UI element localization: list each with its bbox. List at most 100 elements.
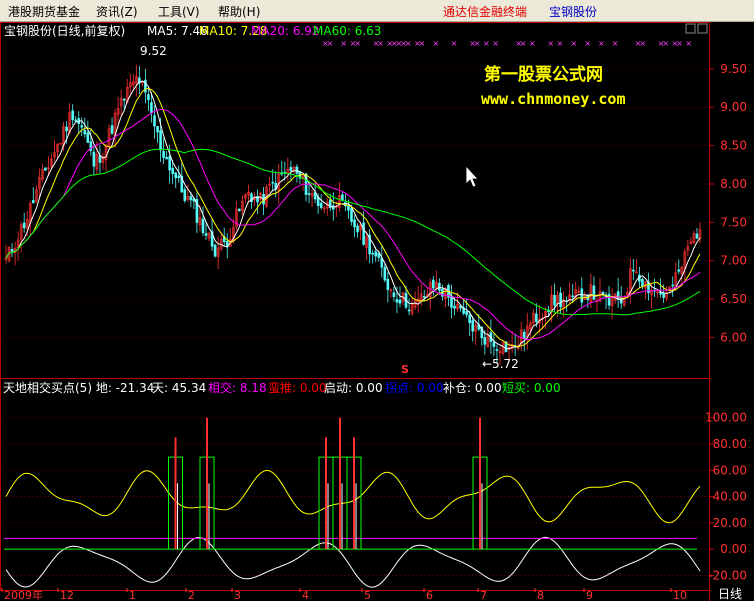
candle-body	[147, 94, 150, 101]
close-icon[interactable]	[697, 23, 708, 34]
indicator-cross-label: 相交: 8.18	[208, 380, 267, 395]
maximize-icon[interactable]	[685, 23, 696, 34]
candle-body	[159, 130, 162, 151]
candle-body	[632, 269, 635, 272]
marker-glyph: ×	[547, 39, 554, 48]
menu-item-tools[interactable]: 工具(V)	[158, 3, 200, 20]
price-tick-label: 9.00	[720, 100, 747, 114]
marker-glyph: ×	[474, 39, 481, 48]
price-panel-frame	[0, 22, 710, 379]
price-tick-label: 7.00	[720, 254, 747, 268]
candle-body	[165, 156, 168, 160]
candle-body	[238, 208, 241, 212]
candle-body	[83, 129, 87, 135]
x-tick-label: 8	[537, 589, 544, 601]
candle-body	[168, 156, 171, 171]
indicator-push-label: 蛮推: 0.00	[268, 380, 327, 395]
candle-body	[74, 119, 78, 122]
candle-body	[65, 126, 68, 132]
candle-body	[450, 295, 453, 308]
indicator-title: 天地相交买点(5) 地: -21.34	[3, 380, 154, 395]
price-panel-title: 宝钢股份(日线,前复权)	[4, 23, 125, 38]
candle-body	[110, 125, 114, 134]
price-tick-label: 7.50	[720, 215, 747, 229]
candle-body	[641, 279, 644, 287]
candle-body	[592, 285, 596, 300]
candle-body	[662, 292, 665, 298]
candle-body	[407, 309, 411, 312]
candle-body	[362, 222, 365, 245]
x-tick-label: 3	[234, 589, 241, 601]
candle-body	[144, 79, 147, 93]
candle-body	[571, 295, 575, 298]
x-tick-label: 2009年	[4, 588, 43, 601]
x-axis-ticks: 2009年 12 1 2 3 4 5 6 7 8 9 10	[1, 588, 687, 601]
watermark-title: 第一股票公式网	[484, 64, 603, 85]
indicator-tick-label: 100.00	[705, 411, 747, 425]
candle-body	[307, 193, 311, 195]
candle-body	[204, 233, 208, 236]
candle-body	[353, 219, 356, 228]
marker-glyph: ×	[327, 39, 334, 48]
candle-body	[432, 279, 435, 289]
stock-chart[interactable]: 9.509.008.508.007.507.006.506.00 100.008…	[0, 22, 754, 601]
indicator-tian-label: 天: 45.34	[152, 381, 206, 395]
candle-body	[392, 292, 396, 297]
ma20-label: MA20: 6.92	[251, 24, 319, 38]
period-label[interactable]: 日线	[718, 587, 742, 601]
candle-body	[535, 313, 538, 323]
indicator-shortbuy-label: 短买: 0.00	[502, 381, 561, 395]
candle-body	[80, 125, 84, 128]
candle-body	[150, 102, 153, 114]
candle-body	[44, 167, 47, 171]
candle-body	[395, 299, 399, 303]
indicator-turn-label: 拐点: 0.00	[385, 380, 444, 395]
marker-glyph: ×	[432, 39, 439, 48]
candle-body	[398, 299, 402, 304]
high-marker: 9.52	[140, 44, 167, 58]
candle-body	[386, 278, 390, 290]
candle-body	[471, 320, 475, 332]
candle-body	[177, 175, 181, 179]
indicator-axis-ticks: 100.00 80.00 60.00 40.00 20.00 0.00 -20.00	[705, 411, 747, 583]
sell-marker: S	[401, 363, 409, 376]
menu-item-hk-futures[interactable]: 港股期货基金	[8, 3, 80, 20]
x-tick-label: 4	[302, 589, 309, 601]
candlestick-series	[4, 64, 702, 366]
marker-glyph: ×	[584, 39, 591, 48]
candle-body	[522, 331, 526, 339]
marker-glyph: ×	[529, 39, 536, 48]
marker-glyph: ×	[612, 39, 619, 48]
top-markers: ×× × ×× ×× ××××× ×× × × ×× × × ×× × × × × × × × ×× ×× ×× ×	[322, 39, 692, 48]
candle-body	[468, 314, 471, 323]
candle-body	[695, 233, 699, 239]
candle-body	[671, 284, 675, 287]
candle-body	[677, 269, 681, 272]
candle-body	[580, 288, 584, 303]
candle-body	[607, 293, 611, 306]
x-tick-label: 5	[364, 589, 371, 601]
candle-body	[92, 151, 96, 167]
x-tick-label: 10	[673, 589, 687, 601]
candle-body	[383, 267, 387, 281]
candle-body	[492, 341, 496, 347]
candle-body	[319, 202, 323, 208]
moving-average-lines	[5, 80, 701, 350]
menu-item-help[interactable]: 帮助(H)	[218, 3, 260, 20]
candle-body	[153, 115, 156, 127]
indicator-tick-label: -20.00	[708, 568, 747, 582]
candle-body	[347, 205, 350, 211]
x-tick-label: 1	[129, 589, 136, 601]
menu-item-news[interactable]: 资讯(Z)	[96, 3, 138, 20]
x-tick-label: 6	[426, 589, 433, 601]
indicator-tick-label: 80.00	[713, 437, 747, 451]
stock-link[interactable]: 宝钢股份	[549, 3, 597, 20]
candle-body	[619, 298, 623, 304]
indicator-series	[4, 469, 701, 588]
marker-glyph: ×	[639, 39, 646, 48]
price-tick-label: 8.50	[720, 139, 747, 153]
marker-glyph: ×	[340, 39, 347, 48]
indicator-start-label: 启动: 0.00	[324, 381, 383, 395]
candle-body	[201, 218, 205, 234]
marker-glyph: ×	[685, 39, 692, 48]
